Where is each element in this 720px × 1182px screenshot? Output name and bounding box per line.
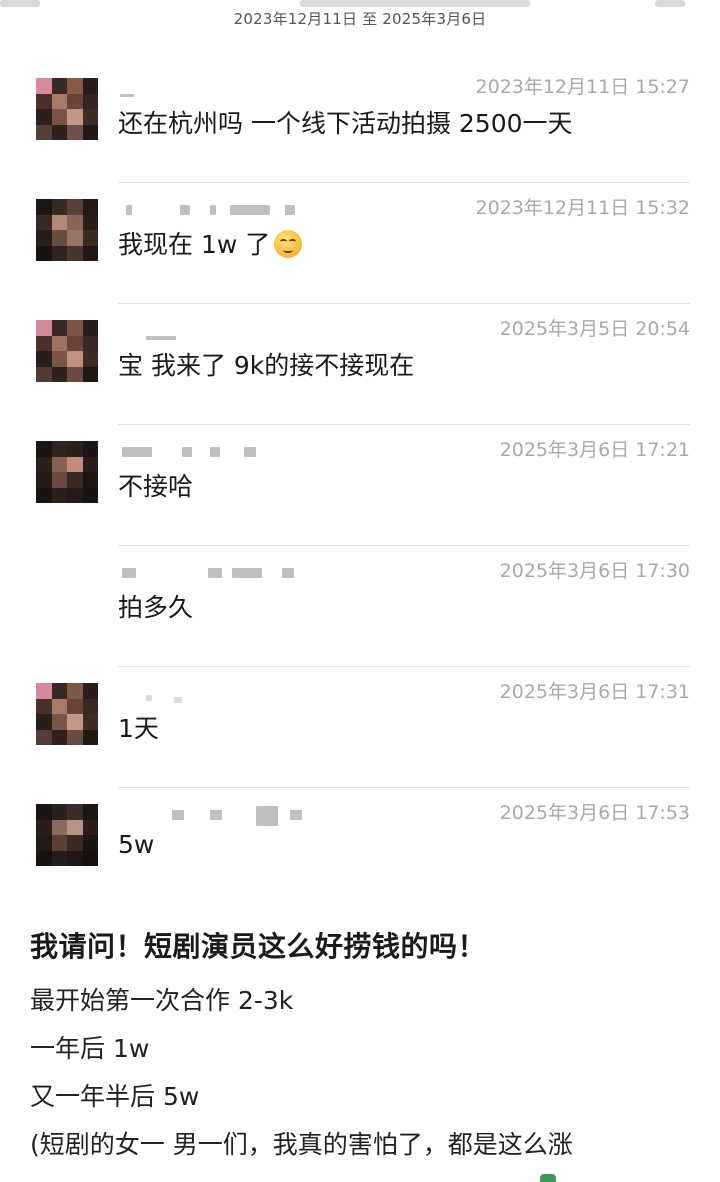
chat-message[interactable]: 2025年3月5日 20:54 宝 我来了 9k的接不接现在 [0, 304, 720, 425]
chat-message[interactable]: 2023年12月11日 15:27 还在杭州吗 一个线下活动拍摄 2500一天 [0, 62, 720, 183]
date-range: 2023年12月11日 至 2025年3月6日 [233, 10, 487, 28]
message-text: 5w [118, 830, 155, 859]
message-text: 不接哈 [118, 472, 194, 501]
sender-name-redacted [120, 80, 340, 100]
avatar[interactable] [36, 683, 98, 745]
message-time: 2025年3月6日 17:30 [499, 560, 690, 582]
message-text: 1天 [118, 714, 159, 743]
grinning-squint-emoji-icon [274, 230, 303, 258]
message-text: 我现在 1w 了 [118, 225, 303, 261]
post-line: (短剧的女一 男一们，我真的害怕了，都是这么涨 [30, 1130, 573, 1159]
sender-name-redacted [120, 564, 340, 584]
message-time: 2023年12月11日 15:27 [475, 76, 690, 98]
green-mark-icon [540, 1174, 556, 1182]
message-time: 2025年3月6日 17:53 [499, 802, 690, 824]
post-line: 最开始第一次合作 2-3k [30, 986, 294, 1015]
avatar[interactable] [36, 320, 98, 382]
post-title: 我请问！短剧演员这么好捞钱的吗！ [30, 930, 487, 963]
chat-message[interactable]: 2025年3月6日 17:53 5w [0, 788, 720, 909]
avatar[interactable] [36, 441, 98, 503]
message-text: 拍多久 [118, 593, 194, 622]
message-time: 2025年3月5日 20:54 [499, 318, 690, 340]
post-line: 又一年半后 5w [30, 1082, 200, 1111]
chat-message[interactable]: 2025年3月6日 17:31 1天 [0, 667, 720, 788]
message-text: 宝 我来了 9k的接不接现在 [118, 351, 415, 380]
sender-name-redacted [120, 443, 340, 463]
message-time: 2025年3月6日 17:31 [499, 681, 690, 703]
message-time: 2025年3月6日 17:21 [499, 439, 690, 461]
sender-name-redacted [120, 322, 340, 342]
message-time: 2023年12月11日 15:32 [475, 197, 690, 219]
chat-history-header: 2023年12月11日 至 2025年3月6日 [0, 0, 720, 44]
sender-name-redacted [120, 806, 340, 826]
chat-message[interactable]: 2025年3月6日 17:30 拍多久 [0, 546, 720, 667]
sender-name-redacted [120, 685, 340, 705]
cropped-text-blur [655, 0, 685, 7]
avatar[interactable] [36, 78, 98, 140]
cropped-text-blur [300, 0, 530, 7]
post-body: 我请问！短剧演员这么好捞钱的吗！ 最开始第一次合作 2-3k 一年后 1w 又一… [30, 925, 700, 1169]
chat-message[interactable]: 2025年3月6日 17:21 不接哈 [0, 425, 720, 546]
cropped-text-blur [0, 0, 40, 7]
avatar[interactable] [36, 199, 98, 261]
message-text-content: 我现在 1w 了 [118, 230, 271, 259]
chat-message[interactable]: 2023年12月11日 15:32 我现在 1w 了 [0, 183, 720, 304]
message-text: 还在杭州吗 一个线下活动拍摄 2500一天 [118, 109, 573, 138]
post-line: 一年后 1w [30, 1034, 150, 1063]
sender-name-redacted [120, 201, 340, 221]
avatar[interactable] [36, 804, 98, 866]
